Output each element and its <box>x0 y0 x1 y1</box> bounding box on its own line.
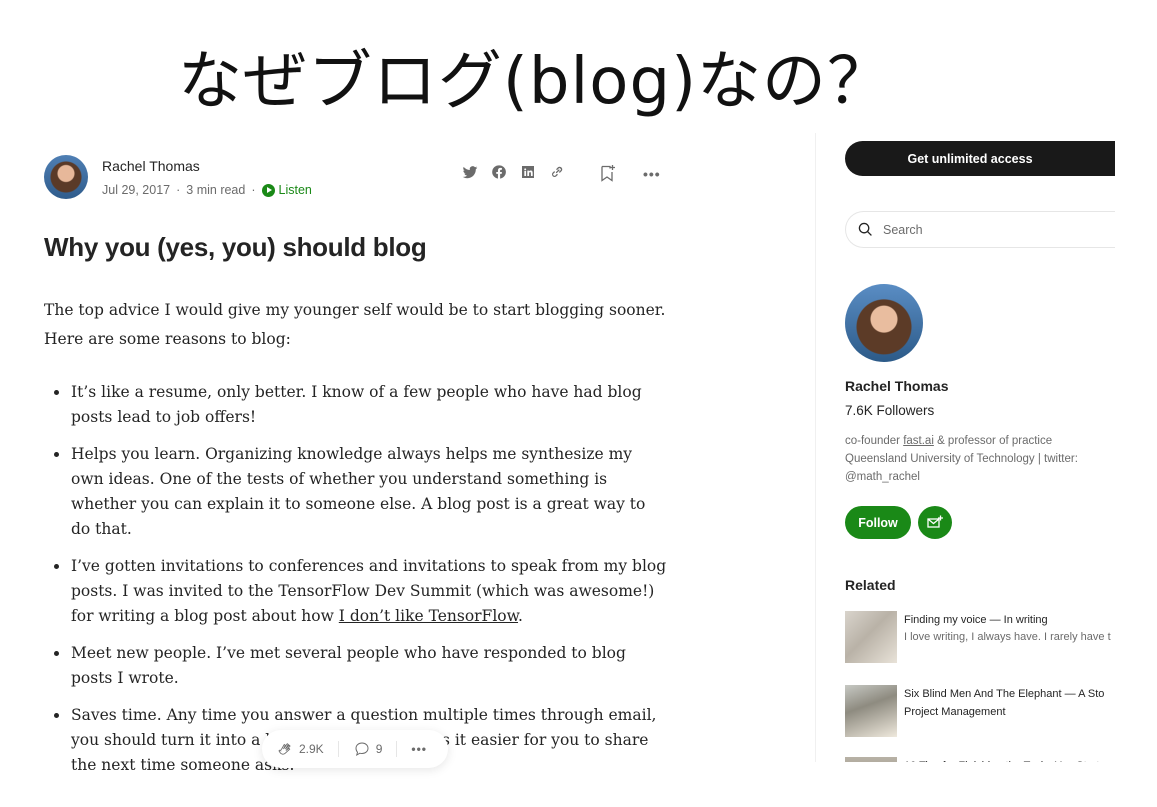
more-options-icon[interactable]: ••• <box>643 166 661 182</box>
post-date: Jul 29, 2017 <box>102 183 171 197</box>
search-box <box>845 211 1115 248</box>
article-bullet-list: It’s like a resume, only better. I know … <box>44 380 669 790</box>
author-name[interactable]: Rachel Thomas <box>102 158 200 174</box>
play-icon <box>261 183 275 197</box>
fastai-link[interactable]: fast.ai <box>903 435 934 447</box>
profile-avatar[interactable] <box>845 284 923 362</box>
engagement-bar: 2.9K 9 ••• <box>262 730 448 768</box>
tensorflow-post-link[interactable]: I don’t like TensorFlow <box>339 607 518 625</box>
clap-count: 2.9K <box>299 742 324 756</box>
related-item[interactable]: Six Blind Men And The Elephant — A Sto P… <box>845 685 1120 739</box>
bio-text: co-founder <box>845 435 904 447</box>
response-count: 9 <box>375 742 383 756</box>
list-item: Meet new people. I’ve met several people… <box>44 641 669 691</box>
bookmark-add-icon[interactable] <box>600 164 616 182</box>
clap-icon <box>278 743 291 755</box>
meta-separator: · <box>176 183 181 197</box>
link-icon[interactable] <box>549 164 565 180</box>
viewport-cutoff <box>815 762 1157 807</box>
twitter-icon[interactable] <box>462 164 478 180</box>
share-icons <box>462 164 565 180</box>
related-title-line2: Project Management <box>904 706 1006 718</box>
profile-name[interactable]: Rachel Thomas <box>845 378 948 394</box>
author-avatar[interactable] <box>44 155 88 199</box>
clap-button[interactable]: 2.9K <box>276 740 324 758</box>
slide-title: なぜブログ(blog)なの？ <box>177 45 893 119</box>
related-item[interactable]: Finding my voice — In writing I love wri… <box>845 611 1120 665</box>
divider <box>396 741 398 757</box>
related-title: Finding my voice — In writing <box>904 614 1048 626</box>
follow-button[interactable]: Follow <box>845 506 911 539</box>
article-title: Why you (yes, you) should blog <box>44 232 427 262</box>
sidebar-divider <box>815 133 816 763</box>
get-unlimited-access-button[interactable]: Get unlimited access <box>845 141 1115 176</box>
search-icon <box>858 222 872 236</box>
post-meta: Jul 29, 2017 · 3 min read · Listen <box>102 183 312 197</box>
search-input[interactable] <box>883 222 1083 237</box>
divider <box>337 741 339 757</box>
mail-plus-icon <box>927 515 943 528</box>
related-thumbnail <box>845 611 897 663</box>
bullet-text: . <box>518 607 523 625</box>
listen-label: Listen <box>278 183 312 197</box>
follower-count[interactable]: 7.6K Followers <box>845 403 934 418</box>
list-item: I’ve gotten invitations to conferences a… <box>44 554 669 629</box>
article-intro: The top advice I would give my younger s… <box>44 301 666 348</box>
read-time: 3 min read <box>186 183 246 197</box>
comment-icon <box>355 742 369 757</box>
profile-bio: co-founder fast.ai & professor of practi… <box>845 432 1110 486</box>
related-heading: Related <box>845 577 896 593</box>
linkedin-icon[interactable] <box>520 164 536 180</box>
meta-separator: · <box>251 183 256 197</box>
related-title: Six Blind Men And The Elephant — A Sto <box>904 688 1105 700</box>
author-row: Rachel Thomas Jul 29, 2017 · 3 min read … <box>44 155 664 201</box>
subscribe-email-button[interactable] <box>918 506 952 539</box>
listen-button[interactable]: Listen <box>261 183 312 197</box>
responses-button[interactable]: 9 <box>353 740 383 758</box>
list-item: Helps you learn. Organizing knowledge al… <box>44 442 669 542</box>
more-actions-icon[interactable]: ••• <box>411 742 427 756</box>
related-thumbnail <box>845 685 897 737</box>
facebook-icon[interactable] <box>491 164 507 180</box>
related-snippet: I love writing, I always have. I rarely … <box>904 631 1111 643</box>
list-item: It’s like a resume, only better. I know … <box>44 380 669 430</box>
